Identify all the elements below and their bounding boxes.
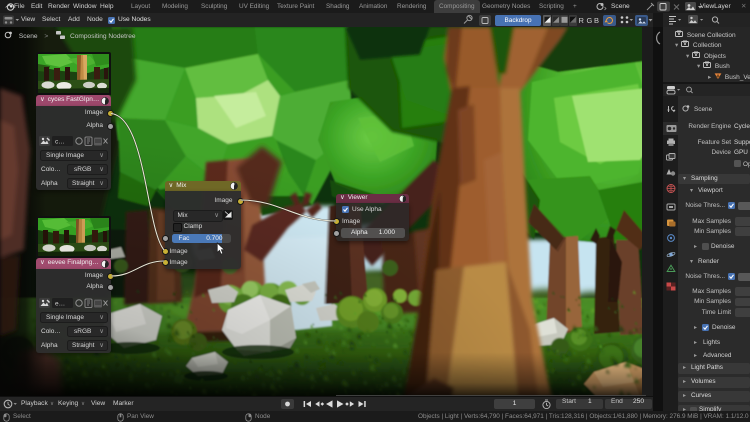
svg-text:R: R [579,16,585,25]
svg-text:B: B [594,16,599,25]
svg-text:G: G [587,16,593,25]
